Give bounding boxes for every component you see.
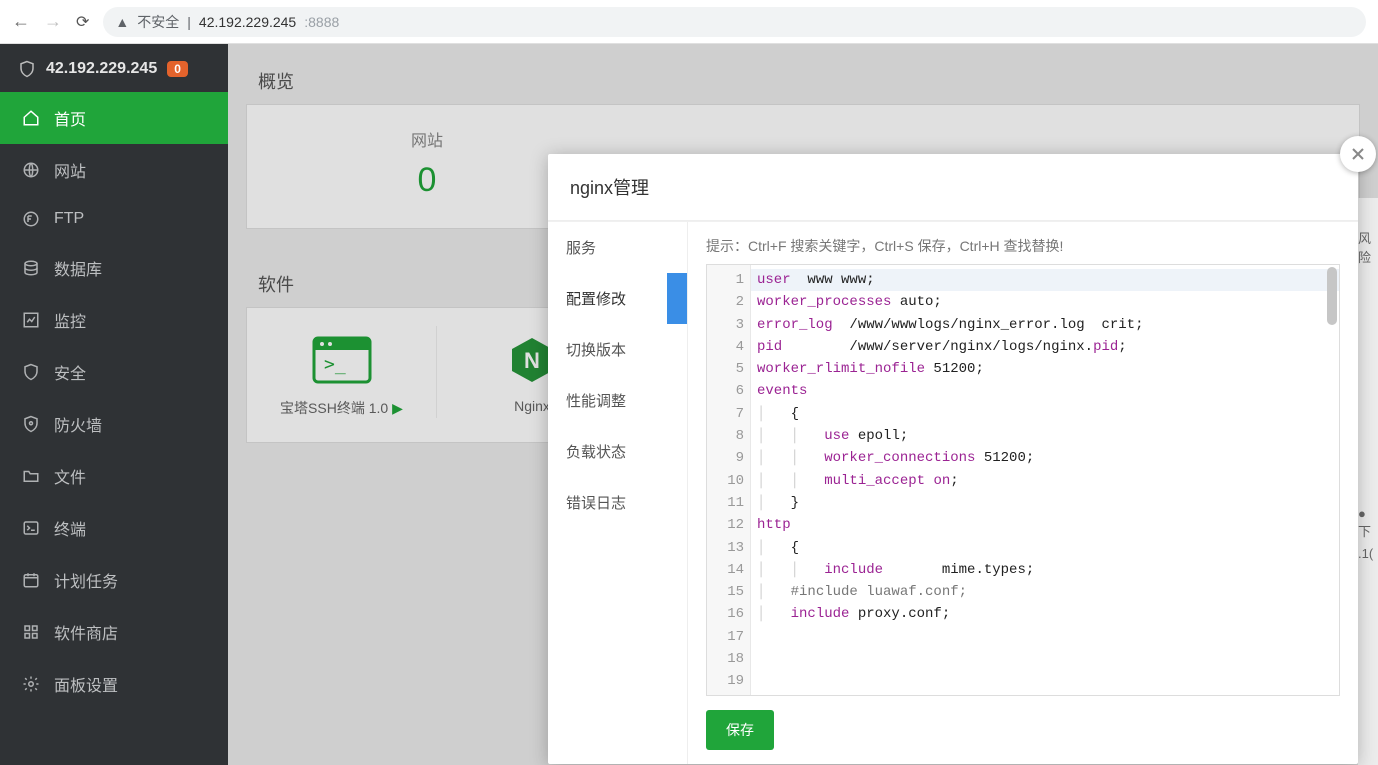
sidebar-item-shield[interactable]: 安全 <box>0 346 228 398</box>
server-ip: 42.192.229.245 <box>46 60 157 78</box>
terminal-icon <box>22 519 40 537</box>
chart-icon <box>22 311 40 329</box>
calendar-icon <box>22 571 40 589</box>
modal-tab-5[interactable]: 错误日志 <box>548 477 687 528</box>
sidebar-item-folder[interactable]: 文件 <box>0 450 228 502</box>
modal-tabs: 服务配置修改切换版本性能调整负载状态错误日志 <box>548 222 688 764</box>
sidebar-item-database[interactable]: 数据库 <box>0 242 228 294</box>
modal-close-button[interactable] <box>1340 136 1376 172</box>
forward-button[interactable]: → <box>44 11 62 32</box>
sidebar-item-label: 软件商店 <box>54 620 118 644</box>
sidebar-item-chart[interactable]: 监控 <box>0 294 228 346</box>
shield-icon <box>22 363 40 381</box>
sidebar-item-wall[interactable]: 防火墙 <box>0 398 228 450</box>
sidebar-item-gear[interactable]: 面板设置 <box>0 658 228 710</box>
modal-tab-3[interactable]: 性能调整 <box>548 375 687 426</box>
sidebar-item-calendar[interactable]: 计划任务 <box>0 554 228 606</box>
sidebar-item-ftp[interactable]: FTP <box>0 196 228 242</box>
sidebar-item-label: 网站 <box>54 158 86 182</box>
editor-scrollbar[interactable] <box>1327 267 1337 325</box>
database-icon <box>22 259 40 277</box>
sidebar-item-label: 监控 <box>54 308 86 332</box>
config-editor[interactable]: 12345678910111213141516171819 user www w… <box>706 264 1340 696</box>
sidebar-item-label: 防火墙 <box>54 412 102 436</box>
sidebar-item-label: 文件 <box>54 464 86 488</box>
folder-icon <box>22 467 40 485</box>
back-button[interactable]: ← <box>12 11 30 32</box>
home-icon <box>22 109 40 127</box>
modal-tab-1[interactable]: 配置修改 <box>548 273 687 324</box>
globe-icon <box>22 161 40 179</box>
modal-tab-0[interactable]: 服务 <box>548 222 687 273</box>
reload-button[interactable]: ⟳ <box>76 12 89 32</box>
browser-chrome: ← → ⟳ ▲ 不安全 | 42.192.229.245 :8888 <box>0 0 1378 44</box>
modal-title: nginx管理 <box>548 154 1358 221</box>
url-port: :8888 <box>304 14 339 30</box>
modal-tab-4[interactable]: 负载状态 <box>548 426 687 477</box>
sidebar-item-apps[interactable]: 软件商店 <box>0 606 228 658</box>
modal-content: 提示：Ctrl+F 搜索关键字，Ctrl+S 保存，Ctrl+H 查找替换! 1… <box>688 222 1358 764</box>
sidebar-item-home[interactable]: 首页 <box>0 92 228 144</box>
sidebar: 42.192.229.245 0 首页网站 FTP 数据库监控安全防火墙文件终端计划… <box>0 44 228 765</box>
sidebar-item-label: 安全 <box>54 360 86 384</box>
url-bar[interactable]: ▲ 不安全 | 42.192.229.245 :8888 <box>103 7 1366 37</box>
editor-hint: 提示：Ctrl+F 搜索关键字，Ctrl+S 保存，Ctrl+H 查找替换! <box>706 236 1340 256</box>
notification-badge[interactable]: 0 <box>167 61 188 77</box>
editor-gutter: 12345678910111213141516171819 <box>707 265 751 695</box>
sidebar-item-label: 面板设置 <box>54 672 118 696</box>
sidebar-item-label: 计划任务 <box>54 568 118 592</box>
modal-tab-2[interactable]: 切换版本 <box>548 324 687 375</box>
sidebar-item-globe[interactable]: 网站 <box>0 144 228 196</box>
server-shield-icon <box>18 60 36 78</box>
editor-code[interactable]: user www www;worker_processes auto;error… <box>751 265 1339 695</box>
save-button[interactable]: 保存 <box>706 710 774 750</box>
url-separator: | <box>187 14 191 30</box>
sidebar-item-label: 终端 <box>54 516 86 540</box>
sidebar-item-terminal[interactable]: 终端 <box>0 502 228 554</box>
wall-icon <box>22 415 40 433</box>
sidebar-item-label: FTP <box>54 210 84 228</box>
ftp-icon <box>22 210 40 228</box>
gear-icon <box>22 675 40 693</box>
sidebar-item-label: 数据库 <box>54 256 102 280</box>
sidebar-header: 42.192.229.245 0 <box>0 44 228 92</box>
nginx-manage-modal: nginx管理 服务配置修改切换版本性能调整负载状态错误日志 提示：Ctrl+F… <box>548 154 1358 764</box>
insecure-label: 不安全 <box>137 12 179 32</box>
sidebar-item-label: 首页 <box>54 106 86 130</box>
apps-icon <box>22 623 40 641</box>
url-host: 42.192.229.245 <box>199 14 296 30</box>
insecure-icon: ▲ <box>115 14 129 30</box>
